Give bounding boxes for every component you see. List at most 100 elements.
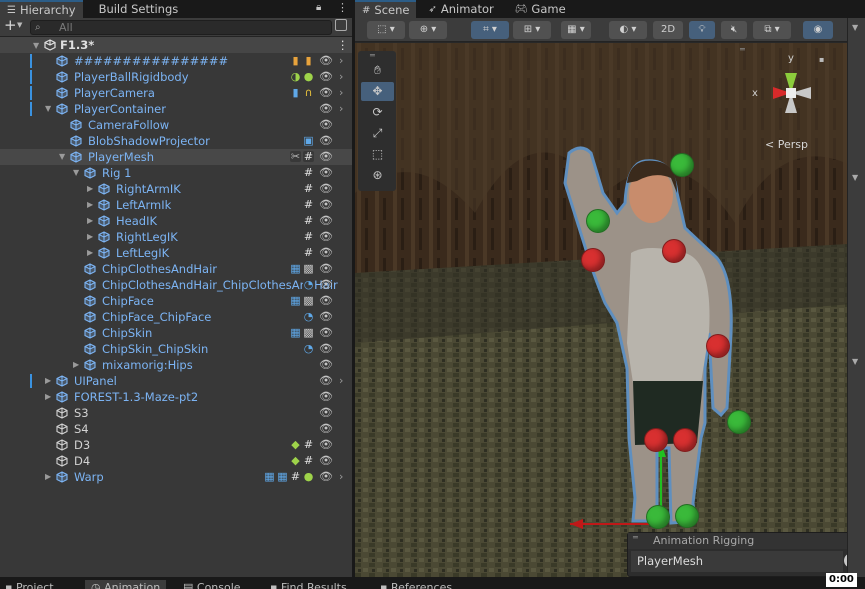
tab-animation[interactable]: ◷ Animation: [85, 580, 167, 589]
visibility-eye-icon[interactable]: 👁︎: [319, 453, 333, 469]
draw-mode-dropdown[interactable]: ⬚ ▾: [367, 21, 405, 39]
rect-tool-button[interactable]: ⬚: [361, 145, 394, 164]
tree-row[interactable]: S4 👁︎: [0, 421, 352, 437]
kebab-menu-icon[interactable]: ⋮: [337, 1, 348, 14]
tree-row[interactable]: ChipFace_ChipFace ◔ 👁︎: [0, 309, 352, 325]
increment-snap-button[interactable]: ⊞ ▾: [513, 21, 551, 39]
hand-tool-button[interactable]: ✋︎: [361, 61, 394, 80]
tab-references[interactable]: ▪ References: [380, 580, 452, 589]
ik-control-handle[interactable]: [646, 505, 670, 529]
grid-snap-toggle[interactable]: ⌗ ▾: [471, 21, 509, 39]
fold-arrow-icon[interactable]: ▶: [73, 357, 79, 373]
tab-scene[interactable]: # Scene: [355, 0, 417, 18]
layout-dropdown[interactable]: ▦ ▾: [561, 21, 591, 39]
move-tool-button[interactable]: ✥: [361, 82, 394, 101]
scene-menu-icon[interactable]: ⋮: [337, 37, 349, 53]
visibility-eye-icon[interactable]: 👁︎: [319, 293, 333, 309]
tree-row[interactable]: BlobShadowProjector ▣ 👁︎: [0, 133, 352, 149]
collapse-icon-3[interactable]: ▼: [852, 357, 858, 366]
ik-control-handle[interactable]: [586, 209, 610, 233]
tree-row[interactable]: ChipClothesAndHair ▦ ▩ 👁︎: [0, 261, 352, 277]
visibility-eye-icon[interactable]: 👁︎: [319, 405, 333, 421]
visibility-eye-icon[interactable]: 👁︎: [319, 165, 333, 181]
visibility-eye-icon[interactable]: 👁︎: [319, 69, 333, 85]
chevron-right-icon[interactable]: ›: [339, 85, 343, 101]
gizmo-lock-icon[interactable]: ▪: [819, 55, 824, 64]
transform-tool-button[interactable]: ⊛: [361, 166, 394, 185]
chevron-down-icon[interactable]: ▼: [17, 21, 22, 29]
fold-arrow-icon[interactable]: ▶: [45, 469, 51, 485]
effects-dropdown[interactable]: ⧉ ▾: [753, 21, 791, 39]
tree-row[interactable]: ▶ FOREST-1.3-Maze-pt2 👁︎: [0, 389, 352, 405]
lock-icon[interactable]: 🔒︎: [316, 2, 321, 13]
tab-project[interactable]: ▪ Project: [5, 580, 54, 589]
visibility-eye-icon[interactable]: 👁︎: [319, 325, 333, 341]
fold-arrow-icon[interactable]: ▶: [87, 197, 93, 213]
fold-arrow-icon[interactable]: ▶: [45, 373, 51, 389]
ik-control-handle[interactable]: [727, 410, 751, 434]
tree-row[interactable]: ▶ LeftArmIk # 👁︎: [0, 197, 352, 213]
scene-options-handle[interactable]: ═: [740, 45, 745, 54]
visibility-eye-icon[interactable]: 👁︎: [319, 149, 333, 165]
ik-control-handle[interactable]: [706, 334, 730, 358]
visibility-eye-icon[interactable]: 👁︎: [319, 53, 333, 69]
tree-row[interactable]: ▼ PlayerContainer 👁︎ ›: [0, 101, 352, 117]
tree-row[interactable]: ChipSkin_ChipSkin ◔ 👁︎: [0, 341, 352, 357]
mode-2d-toggle[interactable]: 2D: [653, 21, 683, 39]
visibility-eye-icon[interactable]: 👁︎: [319, 85, 333, 101]
visibility-eye-icon[interactable]: 👁︎: [319, 373, 333, 389]
fold-arrow-icon[interactable]: ▼: [59, 149, 65, 165]
tree-row[interactable]: ▶ HeadIK # 👁︎: [0, 213, 352, 229]
scene-visibility-toggle[interactable]: ◉: [803, 21, 833, 39]
tab-animator[interactable]: ➶ Animator: [416, 0, 500, 18]
fold-arrow-icon[interactable]: ▶: [87, 245, 93, 261]
add-button[interactable]: +: [4, 16, 17, 34]
overlay-drag-handle[interactable]: ═: [633, 533, 638, 542]
chevron-right-icon[interactable]: ›: [339, 69, 343, 85]
fold-arrow-icon[interactable]: ▶: [87, 213, 93, 229]
tree-row[interactable]: ▶ RightArmIK # 👁︎: [0, 181, 352, 197]
chevron-right-icon[interactable]: ›: [339, 53, 343, 69]
pivot-global-dropdown[interactable]: ⊕ ▾: [409, 21, 447, 39]
tree-row[interactable]: D4 ◆ # 👁︎: [0, 453, 352, 469]
tree-row[interactable]: ▶ Warp ▦ ▦ # ● 👁︎ ›: [0, 469, 352, 485]
visibility-eye-icon[interactable]: 👁︎: [319, 101, 333, 117]
tree-row[interactable]: ################ ▮ ▮ 👁︎ ›: [0, 53, 352, 69]
tree-row[interactable]: PlayerCamera ▮ ∩ 👁︎ ›: [0, 85, 352, 101]
tree-row[interactable]: ▶ RightLegIK # 👁︎: [0, 229, 352, 245]
visibility-eye-icon[interactable]: 👁︎: [319, 341, 333, 357]
audio-mute-toggle[interactable]: 🔇︎: [721, 21, 747, 39]
visibility-eye-icon[interactable]: 👁︎: [319, 277, 333, 293]
tree-row[interactable]: ▶ LeftLegIK # 👁︎: [0, 245, 352, 261]
scene-picker-icon[interactable]: [335, 19, 347, 31]
tree-row[interactable]: ChipSkin ▦ ▩ 👁︎: [0, 325, 352, 341]
fold-arrow-icon[interactable]: ▶: [87, 229, 93, 245]
tab-console[interactable]: ▤ Console: [183, 580, 241, 589]
visibility-eye-icon[interactable]: 👁︎: [319, 421, 333, 437]
chevron-right-icon[interactable]: ›: [339, 469, 343, 485]
scene-row[interactable]: ▼ F1.3* ⋮: [0, 37, 352, 53]
persp-label[interactable]: < Persp: [765, 138, 808, 151]
visibility-eye-icon[interactable]: 👁︎: [319, 389, 333, 405]
scale-tool-button[interactable]: ⤢: [361, 124, 394, 143]
tree-row[interactable]: ▼ Rig 1 # 👁︎: [0, 165, 352, 181]
visibility-eye-icon[interactable]: 👁︎: [319, 261, 333, 277]
visibility-eye-icon[interactable]: 👁︎: [319, 357, 333, 373]
tree-row[interactable]: D3 ◆ # 👁︎: [0, 437, 352, 453]
tree-row[interactable]: ▶ UIPanel 👁︎ ›: [0, 373, 352, 389]
collapse-icon-2[interactable]: ▼: [852, 173, 858, 182]
visibility-eye-icon[interactable]: 👁︎: [319, 437, 333, 453]
tree-row[interactable]: PlayerBallRigidbody ◑ ● 👁︎ ›: [0, 69, 352, 85]
ik-control-handle[interactable]: [644, 428, 668, 452]
visibility-eye-icon[interactable]: 👁︎: [319, 133, 333, 149]
scene-viewport[interactable]: ═ ✋︎ ✥ ⟳ ⤢ ⬚ ⊛ ═ y x ▪ < Persp Animation…: [355, 43, 865, 577]
visibility-eye-icon[interactable]: 👁︎: [319, 309, 333, 325]
search-input[interactable]: ⌕ All: [30, 20, 332, 35]
visibility-eye-icon[interactable]: 👁︎: [319, 469, 333, 485]
collapse-icon[interactable]: ▼: [852, 23, 858, 32]
tab-build-settings[interactable]: Build Settings: [83, 0, 186, 18]
chevron-right-icon[interactable]: ›: [339, 101, 343, 117]
drag-handle[interactable]: ═: [370, 51, 375, 60]
ik-control-handle[interactable]: [675, 504, 699, 528]
visibility-eye-icon[interactable]: 👁︎: [319, 181, 333, 197]
